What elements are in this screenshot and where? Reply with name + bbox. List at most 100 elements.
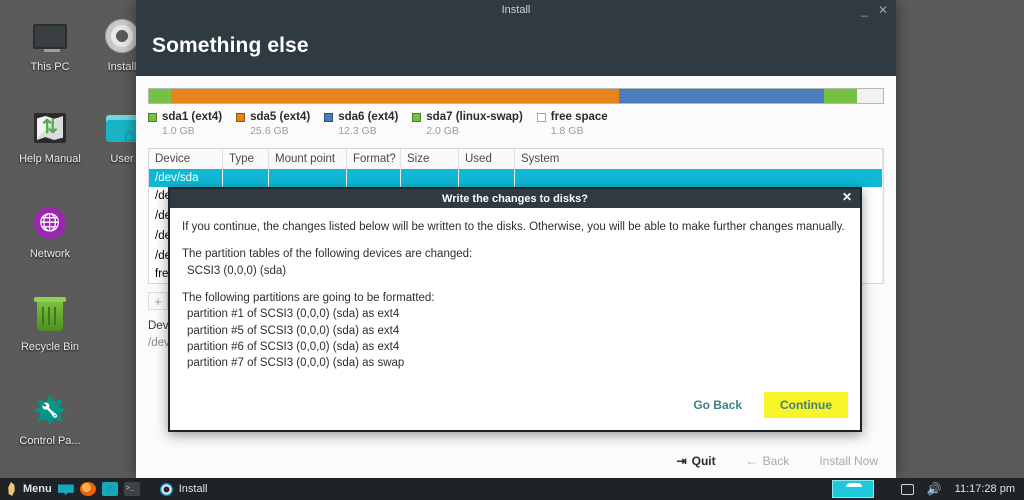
dialog-paragraph-tables: The partition tables of the following de… [182, 248, 473, 261]
legend-size: 1.8 GB [550, 125, 584, 137]
table-column-header[interactable]: Mount point [269, 149, 347, 169]
file-manager-icon[interactable] [101, 482, 118, 496]
install-now-button[interactable]: Install Now [819, 454, 878, 468]
table-cell-used [459, 169, 515, 187]
partition-segment-sda6[interactable] [618, 89, 825, 103]
close-icon[interactable]: ✕ [878, 4, 888, 16]
legend-item: sda5 (ext4) 25.6 GB [236, 111, 310, 137]
speaker-icon[interactable]: 🔊 [927, 482, 942, 496]
terminal-icon[interactable] [123, 482, 140, 496]
table-cell-mount [269, 169, 347, 187]
clock[interactable]: 11:17:28 pm [955, 483, 1015, 495]
table-cell-device: /dev/sda [149, 169, 223, 187]
back-button[interactable]: ← Back [746, 454, 790, 468]
table-cell-format [347, 169, 401, 187]
partition-segment-free-space[interactable] [857, 89, 883, 103]
legend-swatch [412, 112, 422, 122]
table-header-row: Device Type Mount point Format? Size Used Syst… [149, 149, 883, 169]
continue-button[interactable]: Continue [764, 392, 848, 418]
table-column-header[interactable]: Device [149, 149, 223, 169]
format-list-item: partition #6 of SCSI3 (0,0,0) (sda) as e… [187, 340, 400, 353]
menu-label: Menu [23, 483, 52, 495]
legend-label: sda6 (ext4) [338, 111, 399, 123]
window-controls: _ ✕ [861, 0, 888, 20]
partition-segment-sda7[interactable] [824, 89, 858, 103]
format-list-item: partition #5 of SCSI3 (0,0,0) (sda) as e… [187, 324, 400, 337]
legend-label: sda1 (ext4) [162, 111, 223, 123]
legend-size: 12.3 GB [338, 125, 377, 137]
table-cell-size [401, 169, 459, 187]
table-column-header[interactable]: Used [459, 149, 515, 169]
legend-size: 25.6 GB [250, 125, 289, 137]
display-icon[interactable] [900, 483, 914, 495]
show-desktop-icon[interactable] [57, 484, 74, 496]
write-changes-dialog: Write the changes to disks? ✕ If you con… [168, 187, 862, 432]
table-column-header[interactable]: Type [223, 149, 269, 169]
legend-label: free space [550, 111, 608, 123]
desktop-icon-label: Control Pa... [19, 435, 81, 447]
desktop-icon-this-pc[interactable]: This PC [16, 16, 84, 73]
system-tray: 🔊 11:17:28 pm [831, 480, 1024, 498]
start-menu-button[interactable]: Menu [5, 482, 52, 496]
dialog-paragraph-intro: If you continue, the changes listed belo… [182, 221, 845, 233]
window-title: Install [501, 4, 531, 16]
legend-label: sda7 (linux-swap) [426, 111, 523, 123]
partition-legend: sda1 (ext4) 1.0 GB sda5 (ext4) 25.6 GB sda6 … [148, 111, 884, 137]
desktop-icon-label: Network [29, 248, 71, 260]
table-row[interactable]: /dev/sda [149, 169, 883, 187]
desktop-icon-help-manual[interactable]: Help Manual [16, 108, 84, 165]
dialog-body: If you continue, the changes listed belo… [170, 208, 860, 392]
window-titlebar: Install _ ✕ [136, 0, 896, 20]
taskbar-left: Menu Install [0, 482, 207, 496]
desktop-icon-network[interactable]: Network [16, 203, 84, 260]
cd-disc-icon [159, 482, 173, 496]
dialog-paragraph-format: The following partitions are going to be… [182, 291, 435, 304]
partition-segment-sda1[interactable] [149, 89, 172, 103]
exit-icon: ⇥ [676, 454, 687, 468]
firefox-icon[interactable] [79, 482, 96, 496]
legend-item: sda1 (ext4) 1.0 GB [148, 111, 222, 137]
device-list-item: SCSI3 (0,0,0) (sda) [187, 264, 287, 277]
taskbar: Menu Install 🔊 11:17:28 pm [0, 478, 1024, 500]
back-label: Back [762, 454, 790, 468]
desktop-icon-label: Recycle Bin [20, 341, 80, 353]
legend-size: 1.0 GB [162, 125, 195, 137]
desktop-icon-control-panel[interactable]: Control Pa... [16, 390, 84, 447]
go-back-button[interactable]: Go Back [683, 393, 752, 417]
legend-item: free space 1.8 GB [536, 111, 608, 137]
legend-item: sda6 (ext4) 12.3 GB [324, 111, 398, 137]
desktop-icon-label: Help Manual [19, 153, 81, 165]
dialog-footer: Go Back Continue [170, 392, 860, 430]
workspace-thumbnail[interactable] [831, 480, 874, 498]
close-icon[interactable]: ✕ [842, 191, 852, 203]
desktop-icon-label: This PC [30, 61, 70, 73]
format-list-item: partition #1 of SCSI3 (0,0,0) (sda) as e… [187, 308, 400, 321]
desktop-icon-recycle-bin[interactable]: Recycle Bin [16, 296, 84, 353]
task-label: Install [178, 483, 208, 495]
dialog-title: Write the changes to disks? [442, 192, 588, 205]
taskbar-task-install[interactable]: Install [159, 482, 208, 496]
minimize-icon[interactable]: _ [861, 4, 868, 16]
legend-swatch [324, 112, 334, 122]
table-column-header[interactable]: Format? [347, 149, 401, 169]
partition-segment-sda5[interactable] [171, 89, 619, 103]
install-footer: ⇥ Quit ← Back Install Now [136, 444, 896, 478]
install-header: Something else [136, 20, 896, 76]
quit-button[interactable]: ⇥ Quit [677, 454, 716, 468]
legend-swatch [148, 112, 157, 122]
partition-bar [148, 88, 884, 104]
monitor-icon [30, 16, 70, 56]
wrench-icon [30, 390, 70, 430]
dialog-titlebar: Write the changes to disks? ✕ [170, 189, 860, 208]
legend-label: sda5 (ext4) [250, 111, 311, 123]
table-cell-system [515, 169, 883, 187]
trash-icon [30, 296, 70, 336]
add-partition-button[interactable]: + [148, 292, 168, 310]
table-column-header[interactable]: System [515, 149, 883, 169]
page-title: Something else [152, 34, 309, 57]
arrow-left-icon: ← [745, 454, 758, 468]
mint-logo-icon [8, 482, 15, 496]
table-column-header[interactable]: Size [401, 149, 459, 169]
